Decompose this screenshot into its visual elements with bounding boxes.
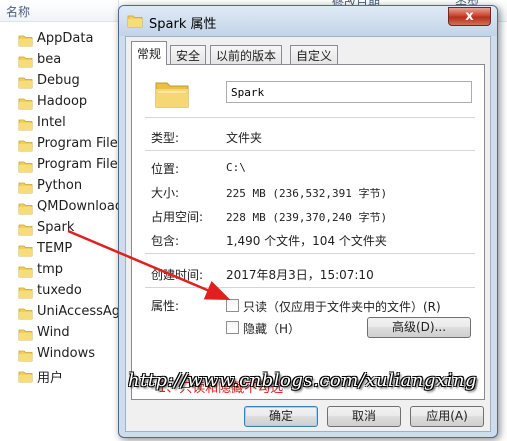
folder-row-wind[interactable]: Wind [0, 324, 118, 345]
folder-row-program-files[interactable]: Program Files [0, 135, 125, 156]
folder-row-temp[interactable]: TEMP [0, 240, 118, 261]
folder-row-uniaccessagent[interactable]: UniAccessAge [0, 303, 128, 324]
folder-name: tuxedo [37, 283, 82, 298]
location-label: 位置: [151, 162, 180, 176]
folder-name: UniAccessAge [37, 304, 129, 319]
tab-label: 自定义 [296, 49, 333, 63]
created-value: 2017年8月3日，15:07:10 [226, 268, 374, 282]
folder-row-program-files-x86[interactable]: Program Files [0, 156, 125, 177]
folder-name: Wind [37, 325, 70, 340]
folder-name: Python [37, 178, 83, 193]
folder-name: Program Files [37, 136, 125, 151]
readonly-label: 只读（仅应用于文件夹中的文件）(R) [243, 300, 441, 314]
folder-icon [18, 224, 33, 236]
size-label: 大小: [151, 186, 180, 200]
folder-icon [18, 77, 33, 89]
tab-customize[interactable]: 自定义 [290, 45, 339, 64]
folder-icon [18, 182, 33, 194]
tab-label: 以前的版本 [216, 49, 277, 63]
folder-name: QMDownload [37, 199, 124, 214]
separator [145, 117, 475, 118]
hidden-checkbox[interactable] [226, 321, 239, 334]
folder-icon [18, 98, 33, 110]
folder-icon [18, 329, 33, 341]
disk-size-value: 228 MB (239,370,240 字节) [226, 211, 388, 224]
close-button[interactable]: x [448, 7, 491, 26]
tab-label: 常规 [137, 47, 162, 61]
separator [145, 150, 475, 151]
folder-icon [18, 140, 33, 152]
folder-icon [18, 245, 33, 257]
apply-button[interactable]: 应用(A) [410, 406, 484, 427]
folder-row-bea[interactable]: bea [0, 51, 118, 72]
folder-icon [18, 308, 33, 320]
folder-name: Spark [37, 220, 75, 235]
folder-icon [18, 371, 33, 383]
folder-icon [18, 35, 33, 47]
type-label: 类型: [151, 131, 180, 145]
folder-name: Hadoop [37, 94, 88, 109]
contains-value: 1,490 个文件，104 个文件夹 [226, 234, 387, 248]
separator [145, 287, 475, 288]
folder-row-python[interactable]: Python [0, 177, 118, 198]
contains-label: 包含: [151, 234, 180, 248]
folder-row-qmdownload[interactable]: QMDownload [0, 198, 123, 219]
size-value: 225 MB (236,532,391 字节) [226, 187, 388, 200]
column-header-name[interactable]: 名称 [6, 3, 30, 20]
folder-name: tmp [37, 262, 64, 277]
folder-icon [18, 161, 33, 173]
folder-row-tmp[interactable]: tmp [0, 261, 118, 282]
folder-row-users[interactable]: 用户 [0, 366, 118, 387]
type-value: 文件夹 [226, 131, 263, 145]
folder-row-tuxedo[interactable]: tuxedo [0, 282, 118, 303]
folder-icon [18, 350, 33, 362]
location-value: C:\ [226, 161, 246, 174]
folder-name: Debug [37, 73, 80, 88]
folder-name: Program Files [37, 157, 125, 172]
created-label: 创建时间: [151, 268, 204, 282]
separator [145, 253, 475, 254]
folder-name: Intel [37, 115, 66, 130]
cancel-button[interactable]: 取消 [327, 406, 401, 427]
folder-name: bea [37, 52, 62, 67]
dialog-title: Spark 属性 [149, 17, 217, 32]
folder-row-debug[interactable]: Debug [0, 72, 118, 93]
folder-icon [18, 287, 33, 299]
folder-name: AppData [37, 31, 94, 46]
folder-name: TEMP [37, 241, 73, 256]
attributes-label: 属性: [151, 299, 180, 313]
general-tab-panel: 类型: 文件夹 位置: C:\ 大小: 225 MB (236,532,391 … [131, 64, 485, 400]
close-icon: x [465, 9, 474, 24]
folder-icon [127, 15, 143, 28]
large-folder-icon [155, 82, 189, 108]
folder-name: Windows [37, 346, 96, 361]
dialog-titlebar[interactable]: Spark 属性 x [119, 6, 497, 36]
readonly-checkbox[interactable] [226, 299, 239, 312]
tab-security[interactable]: 安全 [170, 45, 207, 64]
folder-row-hadoop[interactable]: Hadoop [0, 93, 118, 114]
folder-icon [18, 203, 33, 215]
folder-row-intel[interactable]: Intel [0, 114, 118, 135]
tab-general[interactable]: 常规 [131, 41, 168, 65]
folder-icon [18, 266, 33, 278]
watermark-url: http://www.cnblogs.com/xuliangxing [128, 370, 478, 391]
folder-row-windows[interactable]: Windows [0, 345, 118, 366]
folder-row-appdata[interactable]: AppData [0, 30, 118, 51]
ok-button[interactable]: 确定 [244, 406, 318, 427]
folder-name: 用户 [37, 371, 64, 386]
tab-previous-versions[interactable]: 以前的版本 [210, 45, 283, 64]
folder-icon [18, 119, 33, 131]
folder-name-input[interactable] [226, 81, 472, 103]
hidden-label: 隐藏（H） [243, 322, 301, 336]
disk-size-label: 占用空间: [151, 210, 204, 224]
folder-icon [18, 56, 33, 68]
tab-label: 安全 [176, 49, 201, 63]
advanced-button[interactable]: 高级(D)... [367, 317, 471, 338]
folder-row-spark[interactable]: Spark [0, 219, 118, 240]
